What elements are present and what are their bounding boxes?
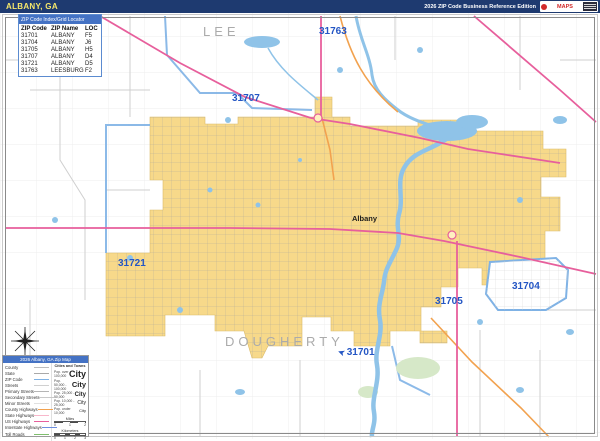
table-row: 31721 xyxy=(21,60,38,67)
zip-label-31704: 31704 xyxy=(512,281,540,292)
table-row: 31707 xyxy=(21,53,38,60)
minor-streets-line-sample xyxy=(34,403,49,405)
legend-item-minor-streets: Minor Streets xyxy=(5,401,30,407)
zip-index-table: ZIP Code Index/Grid Locator ZIP Code ZIP… xyxy=(18,14,102,77)
toll-roads-line-sample xyxy=(34,433,49,435)
legend-item-us-highways: US Highways xyxy=(5,419,31,425)
state-line-sample xyxy=(34,372,49,374)
legend-item-county-highways: County Highways xyxy=(5,407,38,413)
legend-item-secondary-streets: Secondary Streets xyxy=(5,395,40,401)
primary-streets-line-sample xyxy=(34,390,49,392)
zip-label-31707: 31707 xyxy=(232,93,260,104)
streets-line-sample xyxy=(34,384,49,386)
legend-title: 2026 Albany, GA Zip Map xyxy=(3,356,88,363)
city-label-albany: Albany xyxy=(352,214,378,223)
zip-pointer-arrow-icon: ➤ xyxy=(336,347,347,358)
legend-item-county: County xyxy=(5,364,19,370)
zip-table-title: ZIP Code Index/Grid Locator xyxy=(19,15,101,24)
city-sample-medium: City xyxy=(74,391,86,398)
logo-text: MAPS xyxy=(557,3,573,10)
scale-bar-kilometers: Kilometers 0 1 2 3 xyxy=(54,429,86,440)
zip-line-sample xyxy=(34,378,49,380)
table-row: 31763 xyxy=(21,67,38,74)
table-row: 31705 xyxy=(21,46,38,53)
legend-city-key: Cities and Towns Pop. over 100,000 City P… xyxy=(54,364,86,440)
legend-item-toll-roads: Toll Roads xyxy=(5,431,25,437)
scale-bar-miles: Miles 0 1 2 xyxy=(54,416,86,427)
col-header-loc: LOC xyxy=(85,25,98,32)
legend-item-interstate-highways: Interstate Highways xyxy=(5,425,42,431)
city-sample-large: City xyxy=(71,380,86,389)
map-title: ALBANY, GA xyxy=(6,2,58,11)
city-sample-small: City xyxy=(77,399,86,406)
county-label-lee: LEE xyxy=(203,24,240,39)
zip-label-31701: ➤31701 xyxy=(336,347,375,358)
logo-globe-icon xyxy=(541,3,547,10)
table-row: 31704 xyxy=(21,39,38,46)
city-sample-smallest: City xyxy=(79,408,86,413)
legend-item-state-highways: State Highways xyxy=(5,413,35,419)
legend-item-streets: Streets xyxy=(5,382,19,388)
county-line-sample xyxy=(34,366,49,368)
legend-item-primary-streets: Primary Streets xyxy=(5,388,34,394)
zip-label-31705: 31705 xyxy=(435,296,463,307)
edition-text: 2026 ZIP Code Business Reference Edition xyxy=(424,3,536,10)
zip-label-31763: 31763 xyxy=(319,26,347,37)
title-bar: ALBANY, GA 2026 ZIP Code Business Refere… xyxy=(0,0,600,13)
county-label-dougherty: DOUGHERTY xyxy=(225,334,344,349)
col-header-zip-code: ZIP Code xyxy=(21,25,47,32)
table-row: 31701 xyxy=(21,32,38,39)
logo-edition-block xyxy=(583,2,597,11)
legend-item-zip: ZIP Code xyxy=(5,376,23,382)
zip-label-31721: 31721 xyxy=(118,258,146,269)
col-header-zip-name: ZIP Name xyxy=(51,25,79,32)
legend-line-key: County State ZIP Code Streets Primary St… xyxy=(3,363,57,441)
us-highway-line-sample xyxy=(34,421,49,423)
state-highway-line-sample xyxy=(34,415,50,417)
county-highway-line-sample xyxy=(37,409,53,411)
legend-item-state: State xyxy=(5,370,15,376)
publisher-logo: MAPS xyxy=(540,1,598,12)
city-sample-largest: City xyxy=(68,368,86,379)
map-legend: 2026 Albany, GA Zip Map County State ZIP… xyxy=(2,355,89,441)
city-key-title: Cities and Towns xyxy=(54,364,86,368)
compass-rose-icon xyxy=(11,327,39,355)
